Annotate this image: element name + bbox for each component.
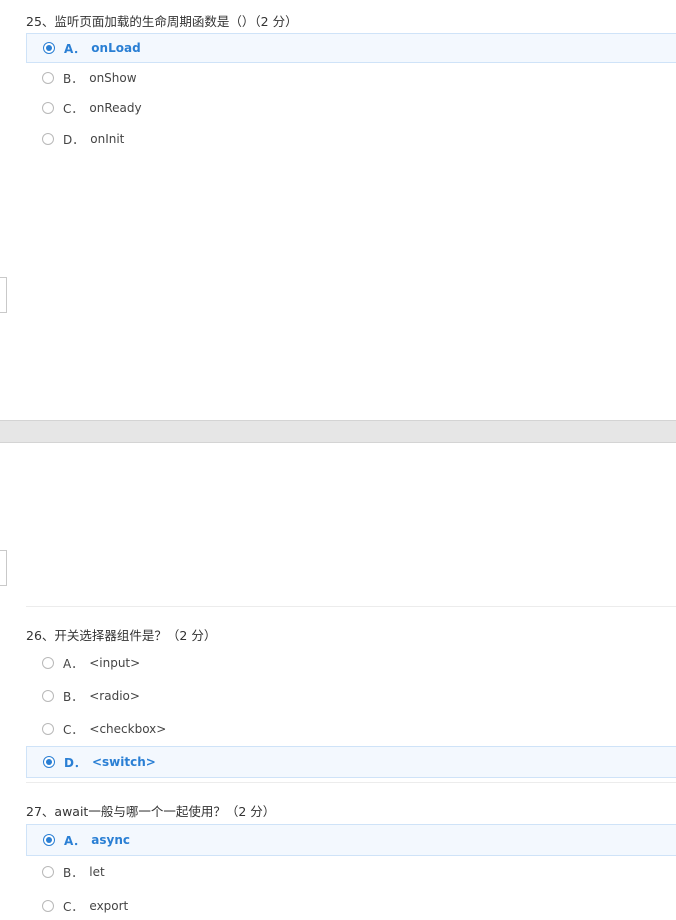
q27-option-c[interactable]: C． export	[26, 892, 676, 920]
q26-option-a[interactable]: A． <input>	[26, 649, 676, 677]
option-letter: B．	[63, 865, 84, 880]
q25-option-a[interactable]: A． onLoad	[26, 33, 676, 63]
radio-icon[interactable]	[42, 102, 54, 114]
option-text: <checkbox>	[89, 722, 167, 736]
scroll-edge-marker	[0, 550, 7, 586]
q26-option-d[interactable]: D． <switch>	[26, 746, 676, 778]
radio-icon[interactable]	[42, 866, 54, 878]
option-letter: A．	[64, 833, 86, 848]
question-27-title: 27、await一般与哪一个一起使用？（2 分）	[26, 804, 276, 819]
q26-option-b[interactable]: B． <radio>	[26, 682, 676, 710]
radio-icon[interactable]	[42, 657, 54, 669]
q25-option-b[interactable]: B． onShow	[26, 64, 676, 92]
divider	[26, 782, 676, 783]
option-text: <switch>	[91, 755, 156, 769]
radio-icon[interactable]	[42, 133, 54, 145]
option-letter: C．	[63, 101, 84, 116]
radio-icon[interactable]	[42, 72, 54, 84]
option-letter: D．	[63, 132, 85, 147]
question-26-title: 26、开关选择器组件是？（2 分）	[26, 628, 217, 643]
question-25-title: 25、监听页面加载的生命周期函数是（）（2 分）	[26, 14, 298, 29]
q26-option-c[interactable]: C． <checkbox>	[26, 715, 676, 743]
option-text: let	[89, 865, 105, 879]
q27-option-a[interactable]: A． async	[26, 824, 676, 856]
scroll-edge-marker	[0, 277, 7, 313]
option-text: onInit	[90, 132, 125, 146]
radio-checked-icon[interactable]	[43, 756, 55, 768]
option-letter: D．	[64, 755, 86, 770]
option-text: onShow	[89, 71, 137, 85]
option-letter: C．	[63, 722, 84, 737]
option-text: export	[89, 899, 129, 913]
q27-option-b[interactable]: B． let	[26, 858, 676, 886]
radio-checked-icon[interactable]	[43, 42, 55, 54]
option-letter: A．	[64, 41, 86, 56]
screenshot-separator	[0, 420, 676, 443]
radio-checked-icon[interactable]	[43, 834, 55, 846]
option-letter: B．	[63, 71, 84, 86]
radio-icon[interactable]	[42, 690, 54, 702]
radio-icon[interactable]	[42, 723, 54, 735]
divider	[26, 606, 676, 607]
radio-icon[interactable]	[42, 900, 54, 912]
option-letter: B．	[63, 689, 84, 704]
option-letter: A．	[63, 656, 84, 671]
option-text: <input>	[89, 656, 141, 670]
q25-option-c[interactable]: C． onReady	[26, 94, 676, 122]
q25-option-d[interactable]: D． onInit	[26, 125, 676, 153]
option-text: async	[91, 833, 131, 847]
option-text: onReady	[89, 101, 142, 115]
option-text: onLoad	[91, 41, 141, 55]
option-text: <radio>	[89, 689, 140, 703]
option-letter: C．	[63, 899, 84, 914]
